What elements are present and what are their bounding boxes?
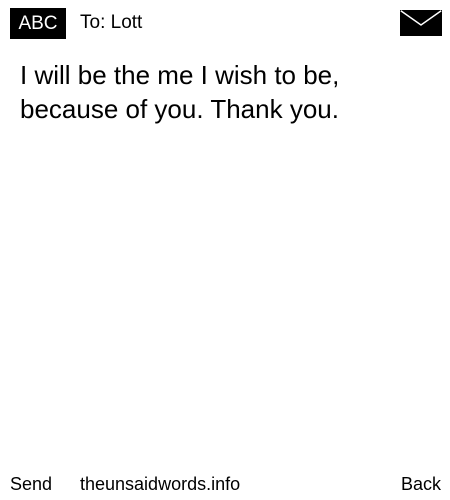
site-label: theunsaidwords.info [80,474,241,494]
message-line: because of you. Thank you. [20,94,339,124]
back-button[interactable]: Back [401,472,441,496]
message-header: ABC To: Lott [0,0,450,45]
envelope-icon [400,10,442,36]
input-mode-badge[interactable]: ABC [10,8,66,39]
message-body[interactable]: I will be the me I wish to be, because o… [20,58,435,126]
recipient-field[interactable]: To: Lott [80,10,142,36]
send-button[interactable]: Send [10,472,52,496]
message-line: I will be the me I wish to be, [20,60,340,90]
